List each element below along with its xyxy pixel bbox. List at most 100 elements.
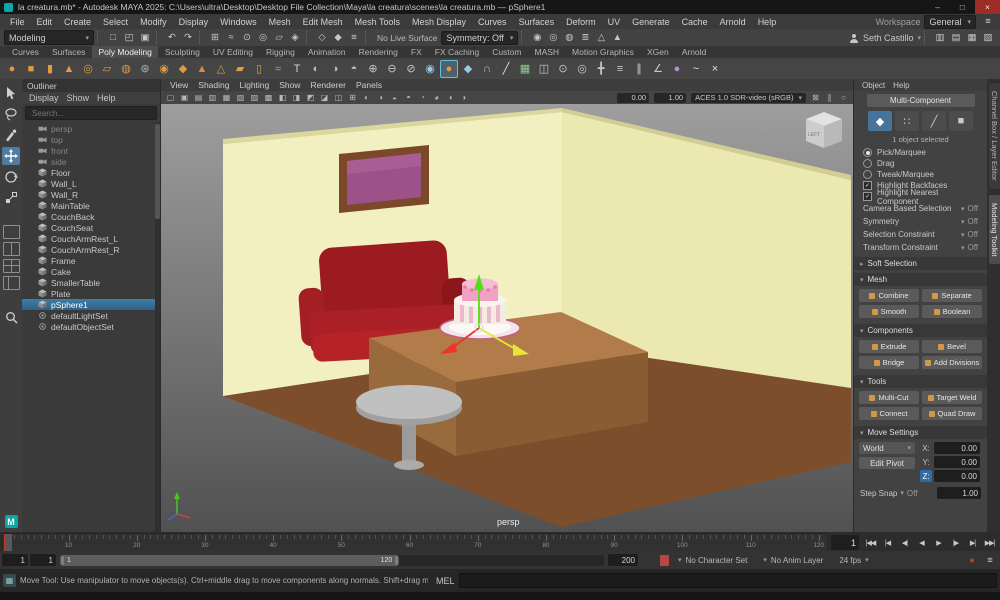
bevel-button[interactable]: Bevel xyxy=(922,340,982,353)
multi-component-mode-icon[interactable]: ◆ xyxy=(868,111,892,131)
move-tool[interactable] xyxy=(2,147,20,165)
menu-display[interactable]: Display xyxy=(173,14,215,29)
menu-mesh-tools[interactable]: Mesh Tools xyxy=(349,14,406,29)
playback-start-field[interactable]: 1 xyxy=(30,554,56,566)
current-time-field[interactable]: 1 xyxy=(831,535,859,550)
outliner-item-maintable[interactable]: MainTable xyxy=(22,200,160,211)
outliner-menu-show[interactable]: Show xyxy=(63,93,94,103)
poly-superellipse-icon[interactable]: ◆ xyxy=(174,60,192,78)
multi-cut-icon[interactable]: ╱ xyxy=(497,60,515,78)
sculpt-tool-icon[interactable]: ● xyxy=(668,60,686,78)
poly-soccer-ball-icon[interactable]: ◉ xyxy=(155,60,173,78)
timeline-ticks[interactable]: 10 20 30 40 50 60 70 80 90 100 110 120 xyxy=(2,533,828,552)
colorspace-dropdown[interactable]: ACES 1.0 SDR-video (sRGB) ▾ xyxy=(691,92,806,103)
scrollbar-thumb[interactable] xyxy=(155,124,160,219)
overscan-icon[interactable]: ▧ xyxy=(234,92,247,103)
shelf-tab-xgen[interactable]: XGen xyxy=(641,46,675,58)
four-pane-layout-button[interactable] xyxy=(2,259,20,273)
poly-prism-icon[interactable]: ▰ xyxy=(231,60,249,78)
outliner-item-top[interactable]: top xyxy=(22,134,160,145)
shelf-tab-sculpting[interactable]: Sculpting xyxy=(159,46,206,58)
outliner-item-coucharmrest-r[interactable]: CouchArmRest_R xyxy=(22,244,160,255)
isolate-select-icon[interactable]: ◖ xyxy=(444,92,457,103)
shelf-tab-fx-caching[interactable]: FX Caching xyxy=(429,46,485,58)
target-weld-button[interactable]: Target Weld xyxy=(922,391,982,404)
boolean-difference-icon[interactable]: ◑ xyxy=(326,60,344,78)
select-mode-pick-marquee[interactable]: Pick/Marquee xyxy=(854,147,987,158)
option-highlight-nearest-component[interactable]: ✓ Highlight Nearest Component xyxy=(854,188,987,206)
shelf-tab-rigging[interactable]: Rigging xyxy=(260,46,301,58)
lighting-icon[interactable]: ◐ xyxy=(360,92,373,103)
resolution-gate-icon[interactable]: ▩ xyxy=(262,92,275,103)
boolean-button[interactable]: Boolean xyxy=(922,305,982,318)
shelf-tab-curves[interactable]: Curves xyxy=(6,46,45,58)
select-tool[interactable] xyxy=(2,84,20,102)
redo-icon[interactable]: ↷ xyxy=(180,30,196,45)
toggle-tool-settings-icon[interactable]: ▦ xyxy=(964,30,980,45)
shelf-tab-mash[interactable]: MASH xyxy=(528,46,565,58)
poly-pyramid-icon[interactable]: △ xyxy=(212,60,230,78)
section-tools[interactable]: ▾ Tools xyxy=(854,375,987,388)
outliner-item-side[interactable]: side xyxy=(22,156,160,167)
select-mode-tweak-marquee[interactable]: Tweak/Marquee xyxy=(854,169,987,180)
edge-mode-icon[interactable]: ╱ xyxy=(922,111,946,131)
open-scene-icon[interactable]: ◰ xyxy=(121,30,137,45)
add-divisions-button[interactable]: Add Divisions xyxy=(922,356,982,369)
close-button[interactable]: × xyxy=(975,0,1000,14)
scale-tool[interactable] xyxy=(2,189,20,207)
go-to-end-button[interactable]: ▶▶| xyxy=(981,533,998,552)
menu-set-dropdown[interactable]: Modeling ▾ xyxy=(4,30,94,45)
outliner-item-floor[interactable]: Floor xyxy=(22,167,160,178)
menu-select[interactable]: Select xyxy=(97,14,134,29)
pause-viewport-icon[interactable]: ∥ xyxy=(823,92,836,103)
separate-button[interactable]: Separate xyxy=(922,289,982,302)
paint-selection-tool[interactable] xyxy=(2,126,20,144)
range-slider-track[interactable]: 1 120 xyxy=(60,554,604,566)
shelf-tab-custom[interactable]: Custom xyxy=(486,46,527,58)
snap-to-point-icon[interactable]: ⊙ xyxy=(239,30,255,45)
shadows-icon[interactable]: ◑ xyxy=(374,92,387,103)
camera-attributes-icon[interactable]: ▣ xyxy=(178,92,191,103)
outliner-item-smallertable[interactable]: SmallerTable xyxy=(22,277,160,288)
shelf-tab-surfaces[interactable]: Surfaces xyxy=(46,46,92,58)
menu-mesh[interactable]: Mesh xyxy=(263,14,297,29)
outliner-item-front[interactable]: front xyxy=(22,145,160,156)
extract-icon[interactable]: ⊘ xyxy=(402,60,420,78)
step-forward-frame-button[interactable]: |▶ xyxy=(947,533,964,552)
poly-sphere-icon[interactable]: ● xyxy=(3,60,21,78)
section-move-settings[interactable]: ▾ Move Settings xyxy=(854,426,987,439)
render-settings-icon[interactable]: ≣ xyxy=(577,30,593,45)
combine-button[interactable]: Combine xyxy=(859,289,919,302)
viewport-menu-lighting[interactable]: Lighting xyxy=(234,80,274,90)
snap-to-grid-icon[interactable]: ⊞ xyxy=(207,30,223,45)
menu-surfaces[interactable]: Surfaces xyxy=(513,14,561,29)
viewport-menu-show[interactable]: Show xyxy=(274,80,305,90)
snap-to-view-plane-icon[interactable]: ▱ xyxy=(271,30,287,45)
poly-torus-icon[interactable]: ◎ xyxy=(79,60,97,78)
step-back-key-button[interactable]: |◀ xyxy=(879,533,896,552)
curve-pencil-icon[interactable]: ~ xyxy=(687,60,705,78)
gate-mask-icon[interactable]: ◧ xyxy=(276,92,289,103)
safe-title-icon[interactable]: ◪ xyxy=(318,92,331,103)
go-to-start-button[interactable]: |◀◀ xyxy=(862,533,879,552)
poly-cylinder-icon[interactable]: ▮ xyxy=(41,60,59,78)
rotate-tool[interactable] xyxy=(2,168,20,186)
separate-icon[interactable]: ⊖ xyxy=(383,60,401,78)
film-gate-icon[interactable]: ▨ xyxy=(248,92,261,103)
menu-deform[interactable]: Deform xyxy=(560,14,602,29)
edit-pivot-button[interactable]: Edit Pivot xyxy=(859,457,915,469)
workspace-dropdown[interactable]: General ▾ xyxy=(924,14,976,29)
zoom-icon[interactable] xyxy=(2,308,20,326)
make-live-icon[interactable]: ◈ xyxy=(287,30,303,45)
toolkit-menu-help[interactable]: Help xyxy=(889,81,913,90)
menu-mesh-display[interactable]: Mesh Display xyxy=(406,14,472,29)
current-frame-marker[interactable] xyxy=(4,534,13,551)
bevel-icon[interactable]: ◆ xyxy=(459,60,477,78)
menu-create[interactable]: Create xyxy=(58,14,97,29)
snap-to-projected-center-icon[interactable]: ◎ xyxy=(255,30,271,45)
lock-camera-icon[interactable]: ▢ xyxy=(164,92,177,103)
toggle-attribute-editor-icon[interactable]: ▤ xyxy=(948,30,964,45)
bookmarks-icon[interactable]: ▤ xyxy=(192,92,205,103)
scene-canvas[interactable]: LEFT persp xyxy=(161,104,853,532)
extrude-button[interactable]: Extrude xyxy=(859,340,919,353)
